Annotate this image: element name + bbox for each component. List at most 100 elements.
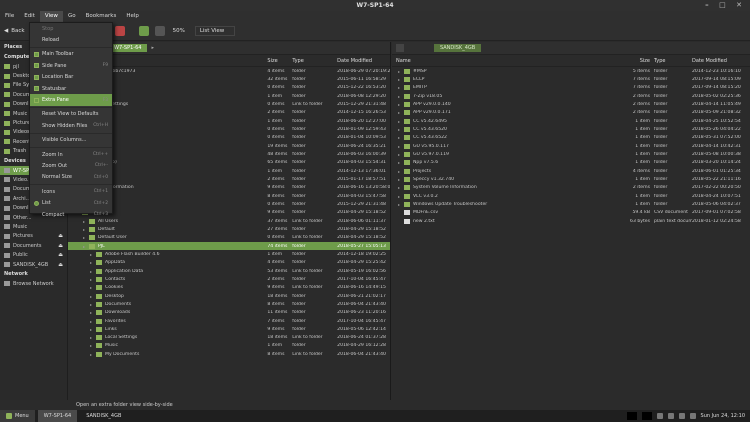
- view-menu-item[interactable]: Visible Columns...: [30, 135, 112, 146]
- volume-icon[interactable]: [678, 413, 685, 419]
- col-date[interactable]: Date Modified: [337, 58, 390, 64]
- file-row[interactable]: ▸ Cookies 9 items Link to folder 2018-06-16 …: [68, 284, 390, 292]
- file-row[interactable]: ▸ Projects 4 items folder 2018-06-01 01:25:3…: [392, 167, 750, 175]
- file-row[interactable]: ...iles48 itemsfolder2018-06-03 16:00:39: [68, 150, 390, 158]
- sidebar-item[interactable]: Browse Network: [0, 279, 67, 288]
- file-row[interactable]: ▸ Npp v7.5.6 1 item folder 2018-03-20 10:14:…: [392, 159, 750, 167]
- file-row[interactable]: ...n2 itemsfolder2015-01-17 18:57:51: [68, 175, 390, 183]
- file-row[interactable]: ▸ System Volume Information 2 items folder 2…: [392, 184, 750, 192]
- file-row[interactable]: ▸ Contacts 2 items folder 2017-10-04 16:45:4…: [68, 275, 390, 283]
- sidebar-item[interactable]: Public ⏏: [0, 250, 67, 259]
- view-mode-select[interactable]: List View: [194, 26, 235, 36]
- file-row[interactable]: ▸ Application Data 53 items Link to folder 2…: [68, 267, 390, 275]
- file-row[interactable]: ▸ Favorites 7 items folder 2017-10-04 16:45:…: [68, 317, 390, 325]
- view-menu-item[interactable]: Statusbar: [30, 83, 112, 94]
- file-row[interactable]: 0 items folder 2018-01-09 12:59:43: [68, 125, 390, 133]
- file-row[interactable]: ▸ Links 9 items folder 2018-05-06 12:42:14: [68, 325, 390, 333]
- file-row[interactable]: 1 item folder 2018-06-20 12:27:00: [68, 117, 390, 125]
- file-row[interactable]: ▸ AppData 4 items folder 2018-04-29 15:25:42: [68, 259, 390, 267]
- file-row[interactable]: 1 item folder 2014-12-13 17:36:01: [68, 167, 390, 175]
- stop-icon[interactable]: [114, 26, 125, 36]
- task-sandisk[interactable]: SANDISK_4GB: [80, 410, 127, 422]
- new-folder-icon[interactable]: [138, 26, 149, 36]
- file-row[interactable]: ▸ APP v29.0.0.171 2 items folder 2018-05-09 …: [392, 109, 750, 117]
- file-row[interactable]: ...iles (x86)65 itemsfolder2018-04-03 15…: [68, 159, 390, 167]
- clock[interactable]: Sun Jun 24, 12:10: [701, 413, 745, 419]
- eject-icon[interactable]: ⏏: [58, 243, 63, 249]
- start-menu-button[interactable]: Menu: [0, 410, 35, 422]
- right-back-icon[interactable]: [396, 44, 404, 52]
- file-row[interactable]: 19 items folder 2018-06-24 16:35:21: [68, 142, 390, 150]
- menu-edit[interactable]: Edit: [19, 11, 40, 22]
- view-menu-item[interactable]: Side Pane F9: [30, 60, 112, 71]
- view-menu-item[interactable]: Reload: [30, 34, 112, 45]
- menu-view[interactable]: View: [39, 11, 63, 22]
- view-menu-item[interactable]: Icons Ctrl+1: [30, 186, 112, 197]
- file-row[interactable]: 0 items folder 2015-12-22 16:53:20: [68, 84, 390, 92]
- col-type[interactable]: Type: [292, 58, 337, 64]
- view-menu-item[interactable]: Show Hidden Files Ctrl+H: [30, 120, 112, 131]
- file-row[interactable]: ▸ All Users 37 items Link to folder 2018-06-…: [68, 217, 390, 225]
- file-row[interactable]: 0 items folder 2018-01-04 10:09:53: [68, 134, 390, 142]
- col-type[interactable]: Type: [654, 58, 692, 64]
- network-icon[interactable]: [667, 413, 674, 419]
- view-menu-item[interactable]: List Ctrl+2: [30, 197, 112, 208]
- shield-icon[interactable]: [656, 413, 663, 419]
- view-menu-item[interactable]: Zoom Out Ctrl+-: [30, 160, 112, 171]
- file-row[interactable]: ...s and Settings0 itemsLink to folder20…: [68, 100, 390, 108]
- file-row[interactable]: ▸ Adobe Flash Builder 4.6 1 item folder 2014…: [68, 250, 390, 258]
- file-row[interactable]: 1 item folder 2018-06-08 12:29:20: [68, 92, 390, 100]
- eject-icon[interactable]: ⏏: [58, 262, 63, 268]
- file-row[interactable]: 2 items folder 2014-12-15 16:26:53: [68, 109, 390, 117]
- computer-icon[interactable]: [154, 26, 165, 36]
- zoom-level[interactable]: 50%: [173, 28, 185, 34]
- sidebar-item[interactable]: SANDISK_4GB ⏏: [0, 260, 67, 269]
- sidebar-item[interactable]: Music: [0, 222, 67, 231]
- view-menu-item[interactable]: Reset View to Defaults: [30, 109, 112, 120]
- sidebar-item[interactable]: Documents ⏏: [0, 241, 67, 250]
- file-row[interactable]: ▸ CC v5.43.6520 1 item folder 2018-05-26 04:…: [392, 125, 750, 133]
- view-menu-item[interactable]: Main Toolbar: [30, 49, 112, 60]
- file-row[interactable]: ▸ Speccy v1.32.740 1 item folder 2018-05-22 …: [392, 175, 750, 183]
- file-row[interactable]: ▸ #MSP 5 items folder 2014-12-23 10:16:10: [392, 67, 750, 75]
- task-w7[interactable]: W7-SP1-64: [37, 410, 78, 422]
- view-menu-item[interactable]: Extra Pane F3: [30, 94, 112, 106]
- eject-icon[interactable]: ⏏: [58, 233, 63, 239]
- file-row[interactable]: ▸ GU v5.97.0.119 1 item folder 2018-05-08 10…: [392, 150, 750, 158]
- file-row[interactable]: ▸ Music 1 item folder 2018-04-29 16:12:28: [68, 342, 390, 350]
- file-row[interactable]: ▸ ECLP 7 items folder 2017-09-14 08:15:09: [392, 75, 750, 83]
- file-row[interactable]: ▸ Downloads 11 items folder 2018-06-23 11:20…: [68, 309, 390, 317]
- file-row[interactable]: ▸ 7-Zip v18.05 2 items folder 2018-05-02 02:…: [392, 92, 750, 100]
- menu-help[interactable]: Help: [121, 11, 144, 22]
- file-row[interactable]: 8 items folder 2018-04-03 15:47:58: [68, 192, 390, 200]
- file-row[interactable]: ▸ GU v5.95.0.117 1 item folder 2018-04-14 10…: [392, 142, 750, 150]
- file-row[interactable]: 32 items folder 2015-06-11 16:58:29: [68, 75, 390, 83]
- view-menu-item[interactable]: Normal Size Ctrl+0: [30, 172, 112, 183]
- file-row[interactable]: ▸ Default User 0 items Link to folder 2018-0…: [68, 234, 390, 242]
- col-size[interactable]: Size: [624, 58, 654, 64]
- file-row[interactable]: 0 items folder 2015-12-29 21:31:48: [68, 200, 390, 208]
- file-row[interactable]: ▸ EMITP 7 items folder 2017-09-14 08:15:20: [392, 84, 750, 92]
- file-row[interactable]: new 2.txt 63 bytes plain text document2018…: [392, 217, 750, 225]
- crumb-arrow-icon[interactable]: ▸: [151, 45, 154, 51]
- view-menu-item[interactable]: Zoom In Ctrl++: [30, 149, 112, 160]
- file-row[interactable]: ▸ Windows Update Troubleshooter 1 item fold…: [392, 200, 750, 208]
- col-size[interactable]: Size: [267, 58, 292, 64]
- view-menu-item[interactable]: Location Bar: [30, 72, 112, 83]
- file-row[interactable]: ▸ Default 27 items folder 2018-04-29 15:18:5…: [68, 225, 390, 233]
- col-name[interactable]: Name: [392, 58, 624, 64]
- left-path-crumb[interactable]: W7-SP1-64: [108, 44, 148, 52]
- view-menu-item[interactable]: Compact Ctrl+3: [30, 209, 112, 220]
- file-row[interactable]: ▸ CC v5.42.6495 1 item folder 2018-04-25 10:…: [392, 117, 750, 125]
- file-row[interactable]: MDFnE.csv 59.4 kB CSV document 2017-09-01 0…: [392, 209, 750, 217]
- menu-bookmarks[interactable]: Bookmarks: [81, 11, 122, 22]
- back-button[interactable]: ◀ Back: [4, 28, 25, 34]
- eject-icon[interactable]: ⏏: [58, 252, 63, 258]
- right-path-crumb[interactable]: SANDISK_4GB: [434, 44, 482, 52]
- file-row[interactable]: ...ume Information9 itemsfolder2018-06-1…: [68, 184, 390, 192]
- file-row[interactable]: ▸ Desktop 18 items folder 2018-06-21 21:02:1…: [68, 292, 390, 300]
- menu-file[interactable]: File: [0, 11, 19, 22]
- file-row[interactable]: ▸ CC v5.43.6522 1 item folder 2018-05-31 07:…: [392, 134, 750, 142]
- battery-icon[interactable]: [689, 413, 696, 419]
- file-row[interactable]: ▸ APP v29.0.0.140 2 items folder 2018-04-14 …: [392, 100, 750, 108]
